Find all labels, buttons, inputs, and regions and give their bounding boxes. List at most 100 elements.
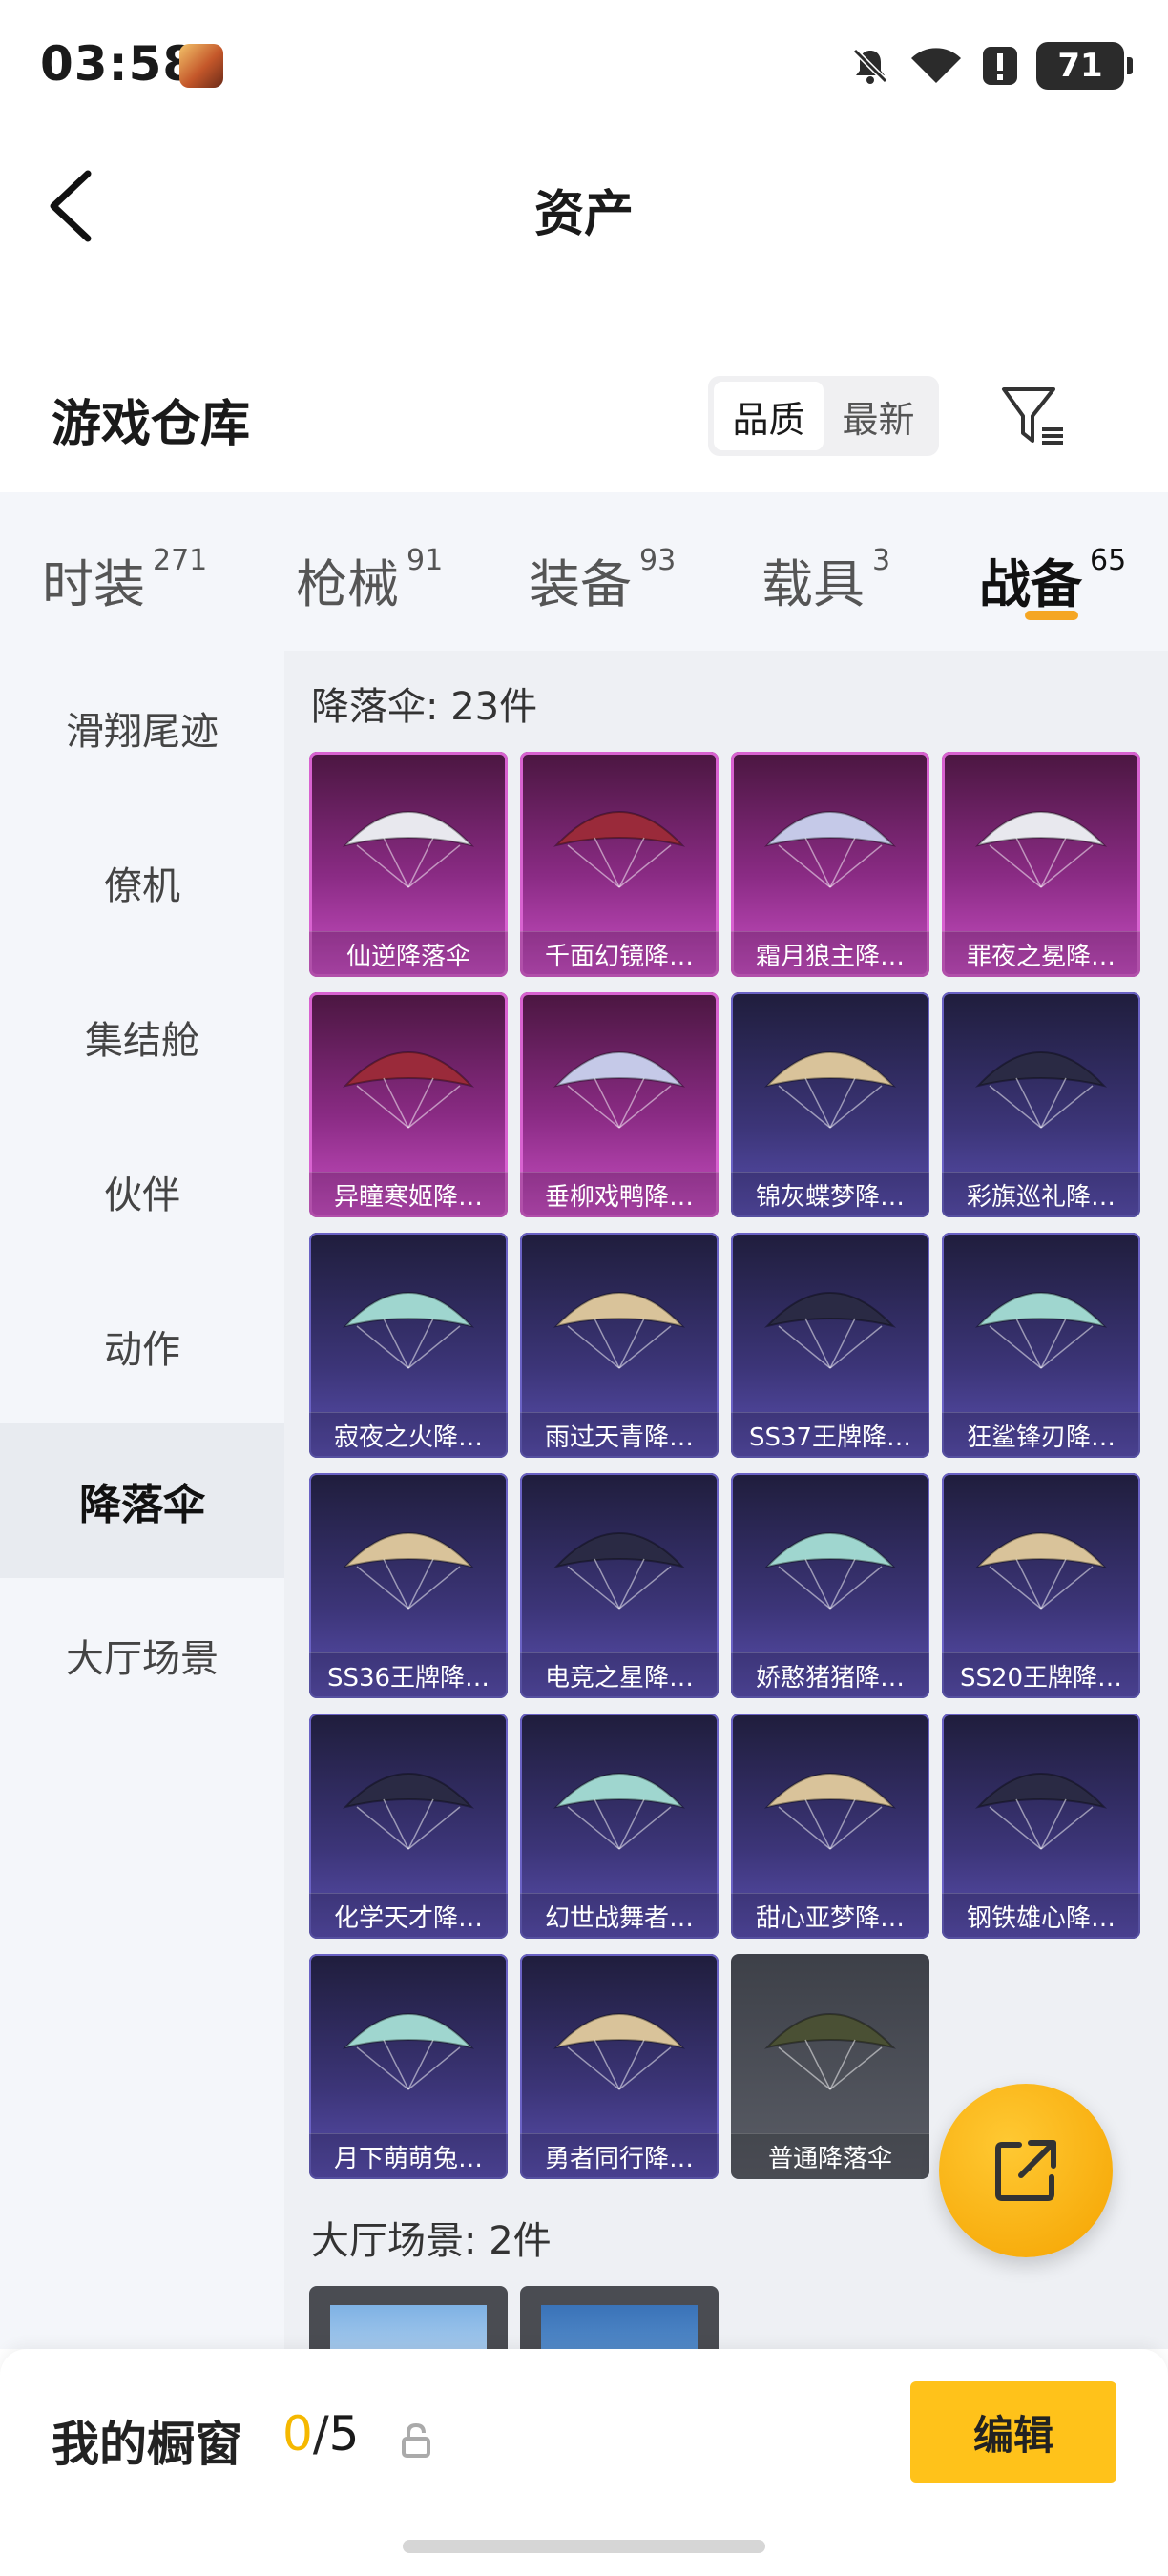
parachute-card[interactable]: 电竞之星降… [520,1473,719,1698]
tab-firearms[interactable]: 枪械 91 [296,542,443,617]
showcase-count: 0/5 [282,2406,359,2462]
parachute-icon [553,2013,686,2090]
status-bar: 03:58 71 [0,0,1168,134]
tab-battle-prep[interactable]: 战备 65 [979,542,1126,617]
sidebar-item-glide-trail[interactable]: 滑翔尾迹 [0,651,284,805]
parachute-name: SS36王牌降… [309,1652,508,1698]
parachute-name: 霜月狼主降… [731,931,929,977]
parachute-card[interactable]: 月下萌萌兔… [309,1954,508,2179]
parachute-icon [342,1051,475,1129]
parachute-card[interactable]: 甜心亚梦降… [731,1714,929,1939]
tab-label: 战备 [979,554,1082,614]
parachute-icon [974,1773,1108,1850]
parachute-card[interactable]: 千面幻镜降… [520,752,719,977]
parachute-icon [342,1292,475,1369]
sidebar-item-emote[interactable]: 动作 [0,1269,284,1423]
lobby-scene-card[interactable] [520,2286,719,2349]
share-button[interactable] [939,2084,1113,2257]
parachute-name: 化学天才降… [309,1893,508,1939]
tab-label: 枪械 [296,554,399,614]
parachute-icon [553,1051,686,1129]
share-external-icon [995,2140,1056,2201]
parachute-card[interactable]: 娇憨猪猪降… [731,1473,929,1698]
sidebar-item-companion[interactable]: 伙伴 [0,1114,284,1269]
parachute-card[interactable]: 彩旗巡礼降… [942,992,1140,1217]
tab-label: 装备 [529,554,632,614]
parachute-card[interactable]: 普通降落伞 [731,1954,929,2179]
parachute-card[interactable]: 锦灰蝶梦降… [731,992,929,1217]
sort-newest-button[interactable]: 最新 [824,382,933,450]
lobby-scene-card[interactable] [309,2286,508,2349]
parachute-card[interactable]: 幻世战舞者… [520,1714,719,1939]
scene-thumbnail [330,2305,487,2349]
section-header-lobby: 大厅场景: 2件 [311,2219,552,2263]
parachute-card[interactable]: 狂鲨锋刃降… [942,1233,1140,1458]
app-notification-avatar-icon [179,44,223,88]
parachute-card[interactable]: SS36王牌降… [309,1473,508,1698]
showcase-title: 我的橱窗 [52,2417,242,2472]
parachute-icon [553,1532,686,1610]
tab-count: 65 [1090,544,1127,577]
home-indicator[interactable] [403,2540,765,2553]
tab-count: 91 [407,544,444,577]
sort-quality-button[interactable]: 品质 [714,382,824,450]
parachute-icon [763,1292,897,1369]
page-title: 资产 [533,186,634,243]
nav-header: 资产 [0,153,1168,258]
parachute-name: 娇憨猪猪降… [731,1652,929,1698]
scene-thumbnail [541,2305,698,2349]
edit-button[interactable]: 编辑 [910,2381,1116,2483]
parachute-card[interactable]: 钢铁雄心降… [942,1714,1140,1939]
parachute-card[interactable]: 异瞳寒姬降… [309,992,508,1217]
parachute-name: 幻世战舞者… [520,1893,719,1939]
sidebar-item-assembly-pod[interactable]: 集结舱 [0,960,284,1114]
showcase-max: 5 [328,2406,360,2462]
parachute-card[interactable]: 垂柳戏鸭降… [520,992,719,1217]
tab-fashion[interactable]: 时装 271 [42,542,207,617]
parachute-name: 异瞳寒姬降… [309,1172,508,1217]
parachute-name: 狂鲨锋刃降… [942,1412,1140,1458]
parachute-card[interactable]: SS20王牌降… [942,1473,1140,1698]
tab-count: 93 [639,544,677,577]
parachute-name: 勇者同行降… [520,2133,719,2179]
mute-bell-icon [852,48,888,84]
parachute-card[interactable]: 化学天才降… [309,1714,508,1939]
tab-count: 3 [872,544,891,577]
tab-equipment[interactable]: 装备 93 [529,542,676,617]
showcase-current: 0 [282,2406,313,2462]
parachute-name: 罪夜之冕降… [942,931,1140,977]
parachute-card[interactable]: SS37王牌降… [731,1233,929,1458]
wifi-icon [911,48,961,83]
filter-icon[interactable] [998,380,1067,448]
tab-label: 时装 [42,554,145,614]
parachute-card[interactable]: 勇者同行降… [520,1954,719,2179]
parachute-name: 锦灰蝶梦降… [731,1172,929,1217]
category-sidebar: 滑翔尾迹 僚机 集结舱 伙伴 动作 降落伞 大厅场景 [0,651,284,2349]
category-tabs: 时装 271 枪械 91 装备 93 载具 3 战备 65 [0,492,1168,651]
parachute-card[interactable]: 罪夜之冕降… [942,752,1140,977]
parachute-name: 仙逆降落伞 [309,931,508,977]
active-tab-indicator [1025,611,1078,620]
sidebar-item-wingman[interactable]: 僚机 [0,805,284,960]
parachute-card[interactable]: 寂夜之火降… [309,1233,508,1458]
parachute-card[interactable]: 雨过天青降… [520,1233,719,1458]
parachute-icon [763,1532,897,1610]
parachute-icon [342,1532,475,1610]
battery-icon: 71 [1036,42,1133,90]
tab-vehicles[interactable]: 载具 3 [761,542,890,617]
parachute-icon [342,2013,475,2090]
lobby-grid [309,2286,1140,2349]
sort-toggle: 品质 最新 [708,376,939,456]
parachute-icon [553,811,686,888]
sidebar-item-parachute[interactable]: 降落伞 [0,1423,284,1578]
sidebar-item-lobby-scene[interactable]: 大厅场景 [0,1578,284,1733]
parachute-name: 电竞之星降… [520,1652,719,1698]
parachute-name: SS37王牌降… [731,1412,929,1458]
parachute-card[interactable]: 仙逆降落伞 [309,752,508,977]
showcase-bar: 我的橱窗 0/5 编辑 [0,2349,1168,2576]
parachute-name: 甜心亚梦降… [731,1893,929,1939]
lock-icon [402,2422,430,2458]
parachute-icon [974,1051,1108,1129]
parachute-card[interactable]: 霜月狼主降… [731,752,929,977]
parachute-icon [553,1773,686,1850]
